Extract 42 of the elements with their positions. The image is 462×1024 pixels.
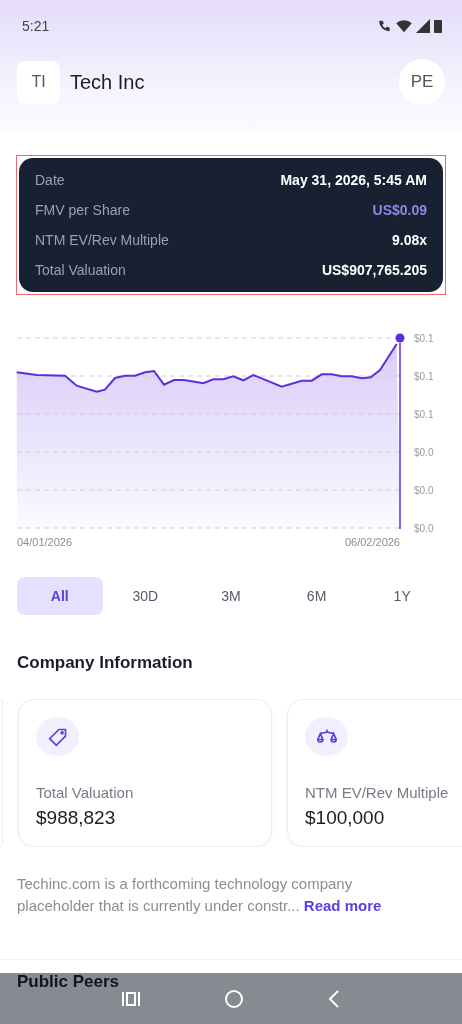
card-label: Total Valuation	[36, 784, 135, 801]
tooltip-value: May 31, 2026, 5:45 AM	[280, 171, 427, 190]
profile-avatar[interactable]: PE	[399, 59, 445, 105]
x-axis-label: 06/02/2026	[344, 536, 400, 548]
card-value: $100,000	[305, 807, 386, 829]
signal-icon	[416, 19, 430, 33]
section-title: Public Peers	[16, 972, 121, 992]
cursor-dot	[395, 333, 405, 343]
section-title: Company Information	[16, 653, 194, 673]
range-tab[interactable]: All	[17, 577, 103, 615]
y-axis-label: $0.0	[414, 523, 434, 534]
phone-icon	[378, 19, 392, 33]
y-axis-label: $0.0	[414, 485, 434, 496]
read-more-link[interactable]: Read more	[303, 897, 382, 914]
tooltip-label: Total Valuation	[35, 261, 126, 280]
range-tab[interactable]: 3M	[188, 577, 274, 615]
card-value: $988,823	[36, 807, 117, 829]
card-label: NTM EV/Rev Multiple	[305, 784, 450, 801]
company-name: Tech Inc	[70, 70, 145, 94]
home-icon[interactable]	[225, 989, 243, 1008]
y-axis-label: $0.0	[414, 447, 434, 458]
status-time: 5:21	[22, 18, 50, 34]
y-axis-label: $0.1	[414, 409, 434, 420]
range-tab[interactable]: 30D	[102, 577, 189, 615]
wifi-icon	[396, 19, 412, 33]
range-tab[interactable]: 6M	[273, 577, 360, 615]
tag-icon	[47, 726, 68, 747]
y-axis-label: $0.1	[414, 333, 434, 344]
back-icon[interactable]	[327, 989, 340, 1008]
tooltip-label: Date	[35, 171, 65, 190]
battery-icon	[434, 19, 442, 33]
x-axis-label: 04/01/2026	[17, 536, 73, 548]
y-axis-label: $0.1	[414, 371, 434, 382]
tooltip-value: 9.08x	[391, 231, 427, 250]
tooltip-label: NTM EV/Rev Multiple	[35, 231, 169, 250]
range-tab[interactable]: 1Y	[359, 577, 445, 615]
recents-icon[interactable]	[122, 990, 141, 1007]
company-logo: TI	[17, 60, 60, 104]
tooltip-label: FMV per Share	[35, 201, 130, 220]
tooltip-value: US$907,765.205	[321, 261, 427, 280]
tooltip-value: US$0.09	[372, 201, 427, 220]
company-description: Techinc.com is a forthcoming technology company placeholder that is currently under constr... Read more	[17, 874, 383, 916]
